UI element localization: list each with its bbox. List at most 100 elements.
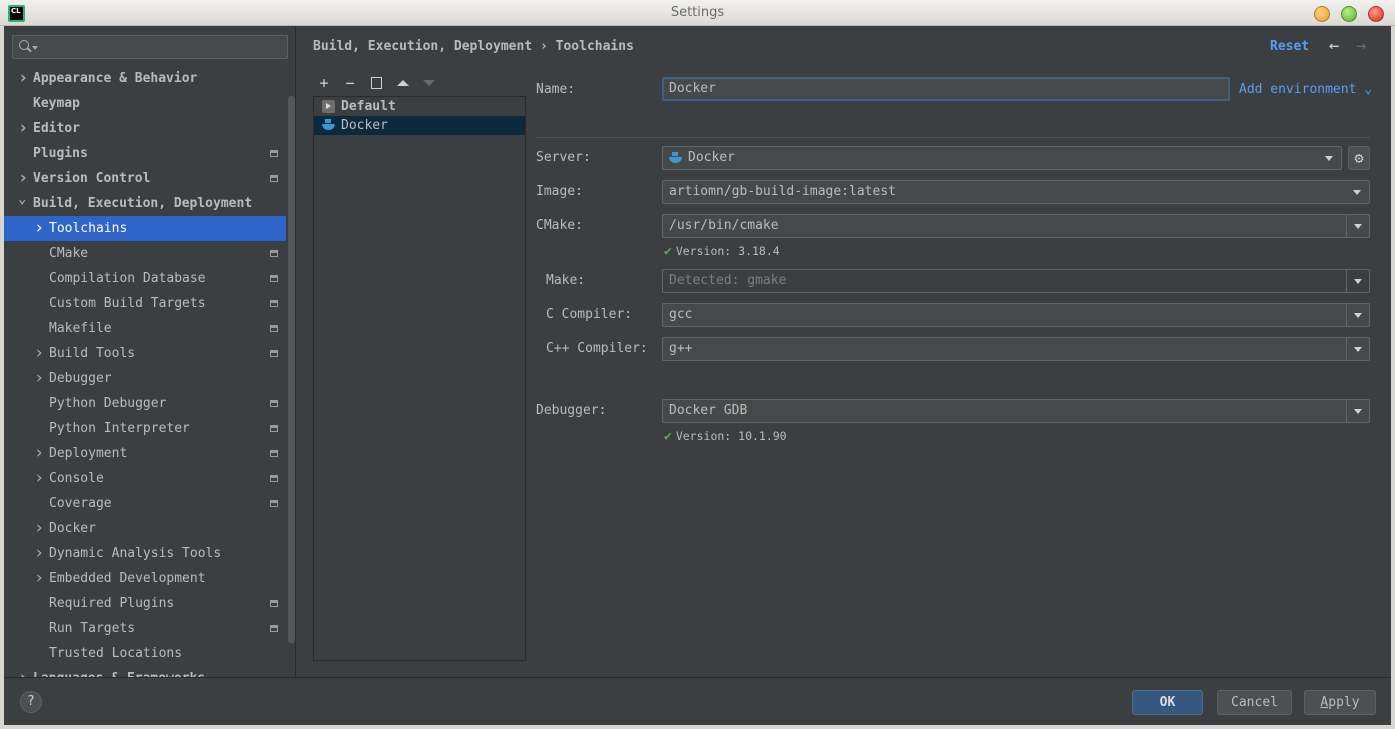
sidebar-item-languages-frameworks[interactable]: Languages & Frameworks [4, 666, 286, 677]
c-compiler-label: C Compiler: [546, 307, 633, 322]
checkmark-icon: ✔ [664, 244, 672, 259]
debugger-version-text: Version: 10.1.90 [675, 429, 787, 443]
sidebar-item-dynamic-analysis-tools[interactable]: Dynamic Analysis Tools [4, 541, 286, 566]
toolchain-item[interactable]: Docker [314, 116, 525, 135]
add-toolchain-button[interactable]: + [315, 74, 333, 92]
apply-button[interactable]: Apply [1304, 690, 1376, 715]
sidebar-item-deployment[interactable]: Deployment [4, 441, 286, 466]
close-window-button[interactable] [1368, 6, 1384, 22]
cancel-button[interactable]: Cancel [1217, 690, 1292, 715]
cmake-path-field[interactable]: /usr/bin/cmake [662, 214, 1370, 238]
sidebar-scrollbar[interactable] [288, 96, 295, 643]
sidebar-item-build-execution-deployment[interactable]: Build, Execution, Deployment [4, 191, 286, 216]
sidebar-item-console[interactable]: Console [4, 466, 286, 491]
cmake-dropdown-arrow-icon[interactable] [1346, 215, 1369, 237]
settings-main-panel: Build, Execution, Deployment › Toolchain… [297, 26, 1391, 677]
add-environment-link[interactable]: Add environment ⌄ [1239, 82, 1372, 97]
chevron-right-icon[interactable] [18, 116, 28, 142]
sidebar-item-label: Languages & Frameworks [33, 666, 205, 677]
default-toolchain-icon [322, 100, 335, 113]
sidebar-item-embedded-development[interactable]: Embedded Development [4, 566, 286, 591]
remove-toolchain-button[interactable]: − [341, 74, 359, 92]
breadcrumb-parent[interactable]: Build, Execution, Deployment [313, 39, 532, 54]
image-select[interactable]: artiomn/gb-build-image:latest [662, 180, 1370, 204]
chevron-down-icon[interactable] [18, 191, 26, 216]
sidebar-item-docker[interactable]: Docker [4, 516, 286, 541]
make-label: Make: [546, 273, 586, 288]
chevron-right-icon[interactable] [18, 666, 28, 677]
sidebar-item-compilation-database[interactable]: Compilation Database [4, 266, 286, 291]
copy-toolchain-icon[interactable] [371, 77, 382, 89]
sidebar-item-label: Build, Execution, Deployment [33, 196, 253, 211]
minimize-window-button[interactable] [1314, 6, 1330, 22]
sidebar-item-makefile[interactable]: Makefile [4, 316, 286, 341]
help-button[interactable]: ? [20, 691, 42, 713]
debugger-dropdown-arrow-icon[interactable] [1346, 400, 1369, 422]
project-level-icon [270, 250, 278, 257]
project-level-icon [270, 275, 278, 282]
sidebar-item-label: Embedded Development [49, 571, 206, 586]
ok-button[interactable]: OK [1132, 690, 1203, 715]
dialog-button-bar: ? OK Cancel Apply [4, 677, 1391, 725]
chevron-right-icon[interactable] [34, 366, 44, 392]
project-level-icon [270, 625, 278, 632]
forward-arrow-icon[interactable]: → [1356, 36, 1366, 56]
move-up-icon[interactable] [397, 80, 409, 86]
sidebar-item-appearance-behavior[interactable]: Appearance & Behavior [4, 66, 286, 91]
sidebar-item-python-interpreter[interactable]: Python Interpreter [4, 416, 286, 441]
search-icon [19, 40, 29, 50]
sidebar-item-version-control[interactable]: Version Control [4, 166, 286, 191]
cpp-compiler-field[interactable]: g++ [662, 337, 1370, 361]
sidebar-item-plugins[interactable]: Plugins [4, 141, 286, 166]
sidebar-item-build-tools[interactable]: Build Tools [4, 341, 286, 366]
toolchain-item[interactable]: Default [314, 97, 525, 116]
sidebar-item-label: Trusted Locations [49, 646, 183, 661]
add-environment-label: Add environment [1239, 82, 1357, 97]
sidebar-item-label: Custom Build Targets [49, 296, 206, 311]
c-compiler-dropdown-arrow-icon[interactable] [1346, 304, 1369, 326]
sidebar-item-debugger[interactable]: Debugger [4, 366, 286, 391]
window-titlebar: CL Settings [0, 0, 1395, 26]
reset-link[interactable]: Reset [1270, 39, 1309, 54]
sidebar-item-custom-build-targets[interactable]: Custom Build Targets [4, 291, 286, 316]
sidebar-item-coverage[interactable]: Coverage [4, 491, 286, 516]
cpp-compiler-dropdown-arrow-icon[interactable] [1346, 338, 1369, 360]
sidebar-item-label: Makefile [49, 321, 112, 336]
project-level-icon [270, 175, 278, 182]
sidebar-item-cmake[interactable]: CMake [4, 241, 286, 266]
chevron-right-icon[interactable] [34, 566, 44, 592]
make-path-field[interactable]: Detected: gmake [662, 269, 1370, 293]
chevron-right-icon[interactable] [34, 341, 44, 367]
chevron-right-icon[interactable] [34, 516, 44, 542]
chevron-right-icon[interactable] [18, 66, 28, 92]
sidebar-item-trusted-locations[interactable]: Trusted Locations [4, 641, 286, 666]
chevron-right-icon[interactable] [18, 166, 28, 192]
docker-icon [669, 152, 682, 165]
sidebar-item-required-plugins[interactable]: Required Plugins [4, 591, 286, 616]
sidebar-item-label: Compilation Database [49, 271, 206, 286]
settings-search-input[interactable] [12, 35, 288, 59]
chevron-right-icon[interactable] [34, 441, 44, 467]
chevron-right-icon[interactable] [34, 216, 44, 242]
sidebar-item-keymap[interactable]: Keymap [4, 91, 286, 116]
back-arrow-icon[interactable]: ← [1329, 36, 1339, 56]
name-field[interactable]: Docker [662, 77, 1230, 101]
chevron-right-icon[interactable] [34, 541, 44, 567]
breadcrumb: Build, Execution, Deployment › Toolchain… [313, 39, 634, 54]
search-history-dropdown-icon[interactable] [32, 46, 38, 50]
debugger-select[interactable]: Docker GDB [662, 399, 1370, 423]
cpp-compiler-label: C++ Compiler: [546, 341, 648, 356]
c-compiler-field[interactable]: gcc [662, 303, 1370, 327]
chevron-right-icon[interactable] [34, 466, 44, 492]
c-compiler-value: gcc [669, 307, 693, 322]
sidebar-item-toolchains[interactable]: Toolchains [4, 216, 286, 241]
sidebar-item-run-targets[interactable]: Run Targets [4, 616, 286, 641]
make-dropdown-arrow-icon[interactable] [1346, 270, 1369, 292]
sidebar-item-python-debugger[interactable]: Python Debugger [4, 391, 286, 416]
server-select[interactable]: Docker [662, 146, 1342, 170]
sidebar-item-label: Debugger [49, 371, 112, 386]
gear-icon[interactable]: ⚙ [1348, 146, 1370, 170]
debugger-label: Debugger: [536, 403, 607, 418]
sidebar-item-editor[interactable]: Editor [4, 116, 286, 141]
maximize-window-button[interactable] [1341, 6, 1357, 22]
